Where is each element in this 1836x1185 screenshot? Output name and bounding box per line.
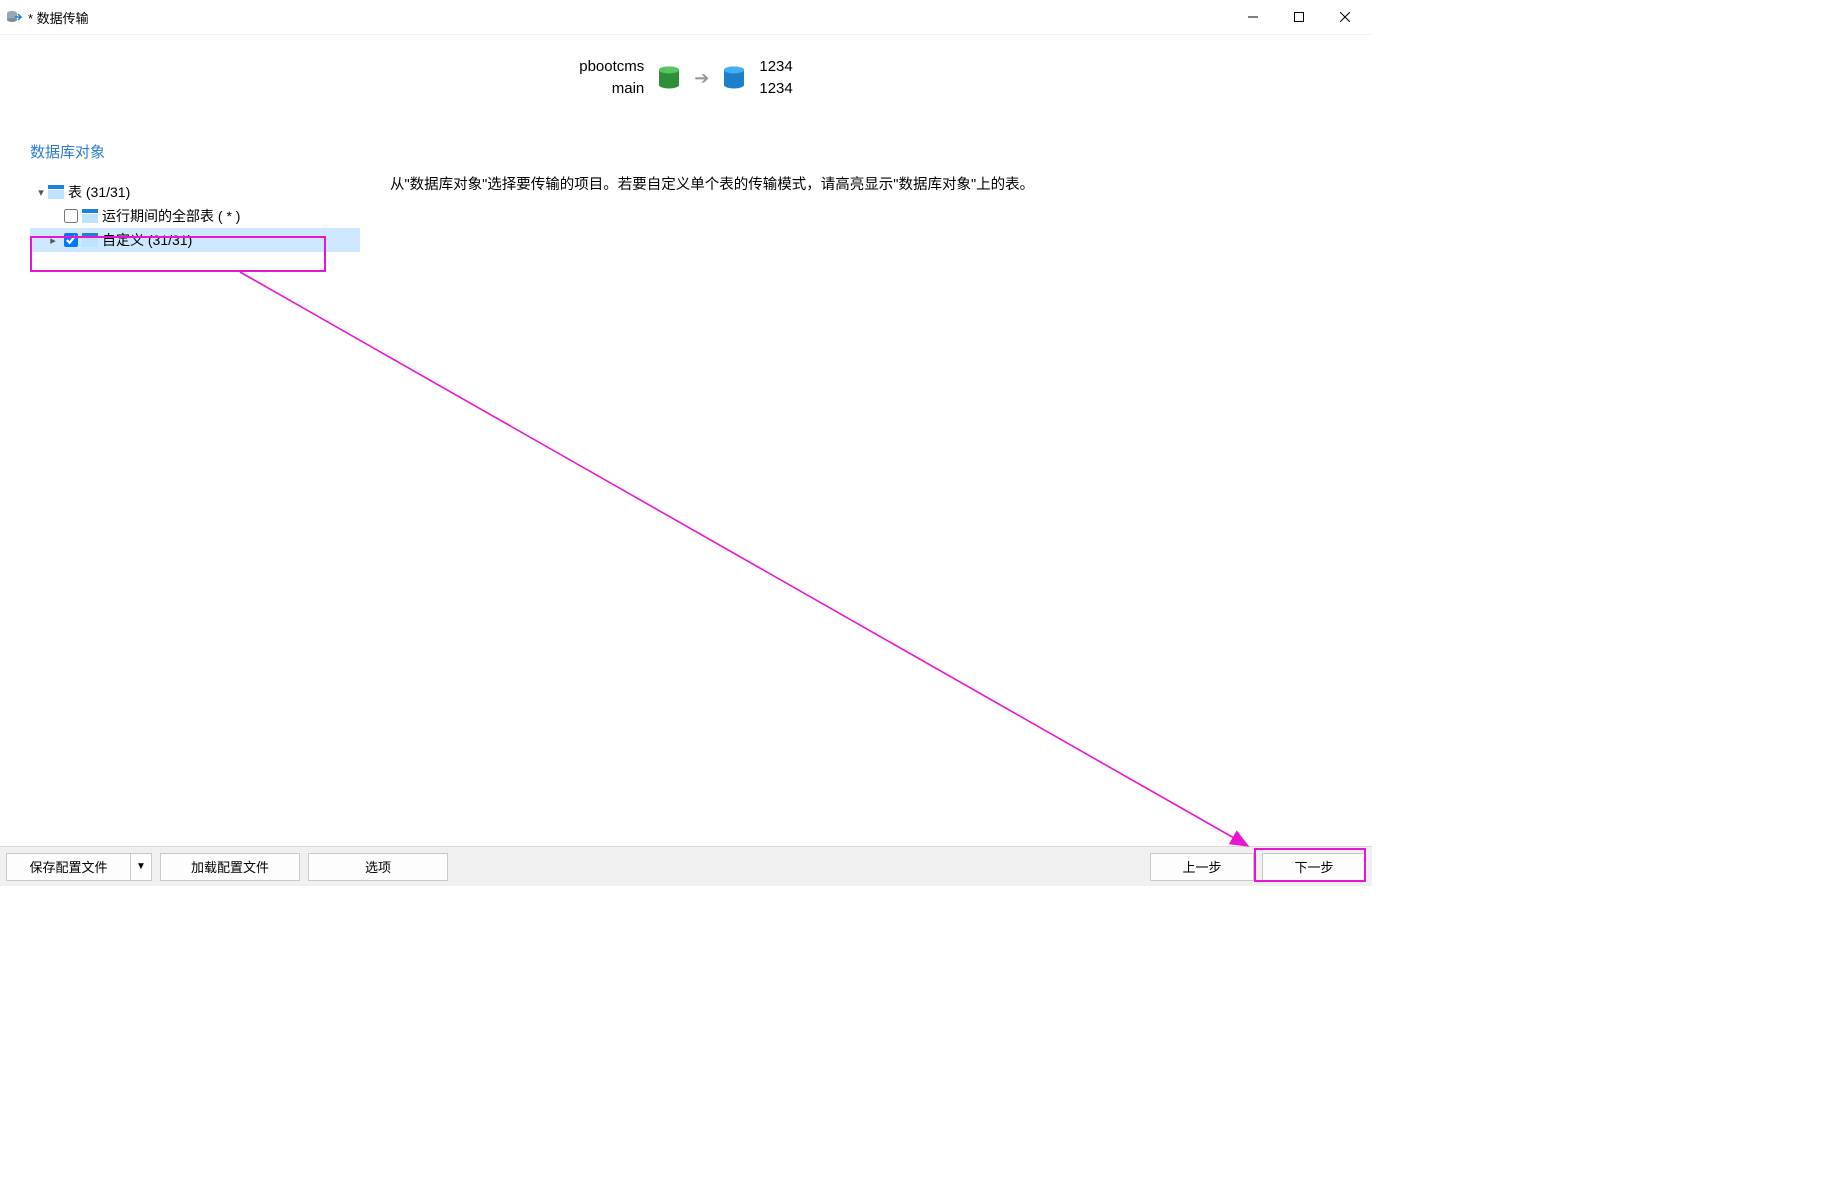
save-profile-label: 保存配置文件 (29, 857, 107, 876)
target-db-name: 1234 (759, 56, 792, 78)
checkbox-custom[interactable] (64, 233, 78, 247)
tree-row-all-runtime[interactable]: 运行期间的全部表 ( * ) (30, 204, 360, 228)
tree-row-tables-root[interactable]: ▾ 表 (31/31) (30, 180, 360, 204)
chevron-right-icon[interactable]: ▸ (46, 234, 60, 247)
footer: 保存配置文件 ▼ 加载配置文件 选项 上一步 下一步 (0, 846, 1372, 886)
main-content: 数据库对象 ▾ 表 (31/31) 运行期间的全部表 ( * ) ▸ 自定义 ( (0, 121, 1372, 842)
source-db-name: pbootcms (579, 56, 644, 78)
database-icon-source (658, 66, 680, 90)
target-schema-name: 1234 (759, 78, 792, 100)
options-button[interactable]: 选项 (308, 853, 448, 881)
table-icon (82, 209, 98, 223)
table-icon (48, 185, 64, 199)
app-icon (6, 9, 22, 25)
database-icon-target (723, 66, 745, 90)
tree-label-all-runtime: 运行期间的全部表 ( * ) (102, 206, 240, 226)
source-labels: pbootcms main (579, 56, 644, 100)
save-profile-dropdown[interactable]: ▼ (130, 853, 152, 881)
chevron-down-icon[interactable]: ▾ (34, 186, 48, 199)
target-labels: 1234 1234 (759, 56, 792, 100)
tree-label-custom: 自定义 (31/31) (102, 230, 192, 250)
tree-row-custom[interactable]: ▸ 自定义 (31/31) (30, 228, 360, 252)
titlebar: * 数据传输 (0, 0, 1372, 34)
save-profile-button[interactable]: 保存配置文件 (6, 853, 130, 881)
minimize-button[interactable] (1230, 2, 1276, 32)
object-tree[interactable]: ▾ 表 (31/31) 运行期间的全部表 ( * ) ▸ 自定义 (31/31) (30, 180, 360, 252)
left-panel: 数据库对象 ▾ 表 (31/31) 运行期间的全部表 ( * ) ▸ 自定义 ( (30, 141, 360, 842)
prev-label: 上一步 (1182, 857, 1221, 876)
client-area: pbootcms main ➔ 1234 1234 (0, 34, 1372, 886)
source-schema-name: main (612, 78, 645, 100)
arrow-icon: ➔ (694, 68, 709, 89)
close-button[interactable] (1322, 2, 1368, 32)
save-profile-group: 保存配置文件 ▼ (6, 853, 152, 881)
table-icon (82, 233, 98, 247)
load-profile-label: 加载配置文件 (191, 857, 269, 876)
window-title: * 数据传输 (28, 8, 1230, 27)
tree-label-tables: 表 (31/31) (68, 182, 130, 202)
instruction-text: 从"数据库对象"选择要传输的项目。若要自定义单个表的传输模式，请高亮显示"数据库… (390, 173, 1342, 194)
right-panel: 从"数据库对象"选择要传输的项目。若要自定义单个表的传输模式，请高亮显示"数据库… (360, 141, 1342, 842)
next-button[interactable]: 下一步 (1262, 853, 1366, 881)
options-label: 选项 (365, 857, 391, 876)
next-label: 下一步 (1294, 857, 1333, 876)
transfer-header: pbootcms main ➔ 1234 1234 (0, 35, 1372, 121)
prev-button[interactable]: 上一步 (1150, 853, 1254, 881)
load-profile-button[interactable]: 加载配置文件 (160, 853, 300, 881)
maximize-button[interactable] (1276, 2, 1322, 32)
section-title: 数据库对象 (30, 141, 360, 162)
checkbox-all-runtime[interactable] (64, 209, 78, 223)
